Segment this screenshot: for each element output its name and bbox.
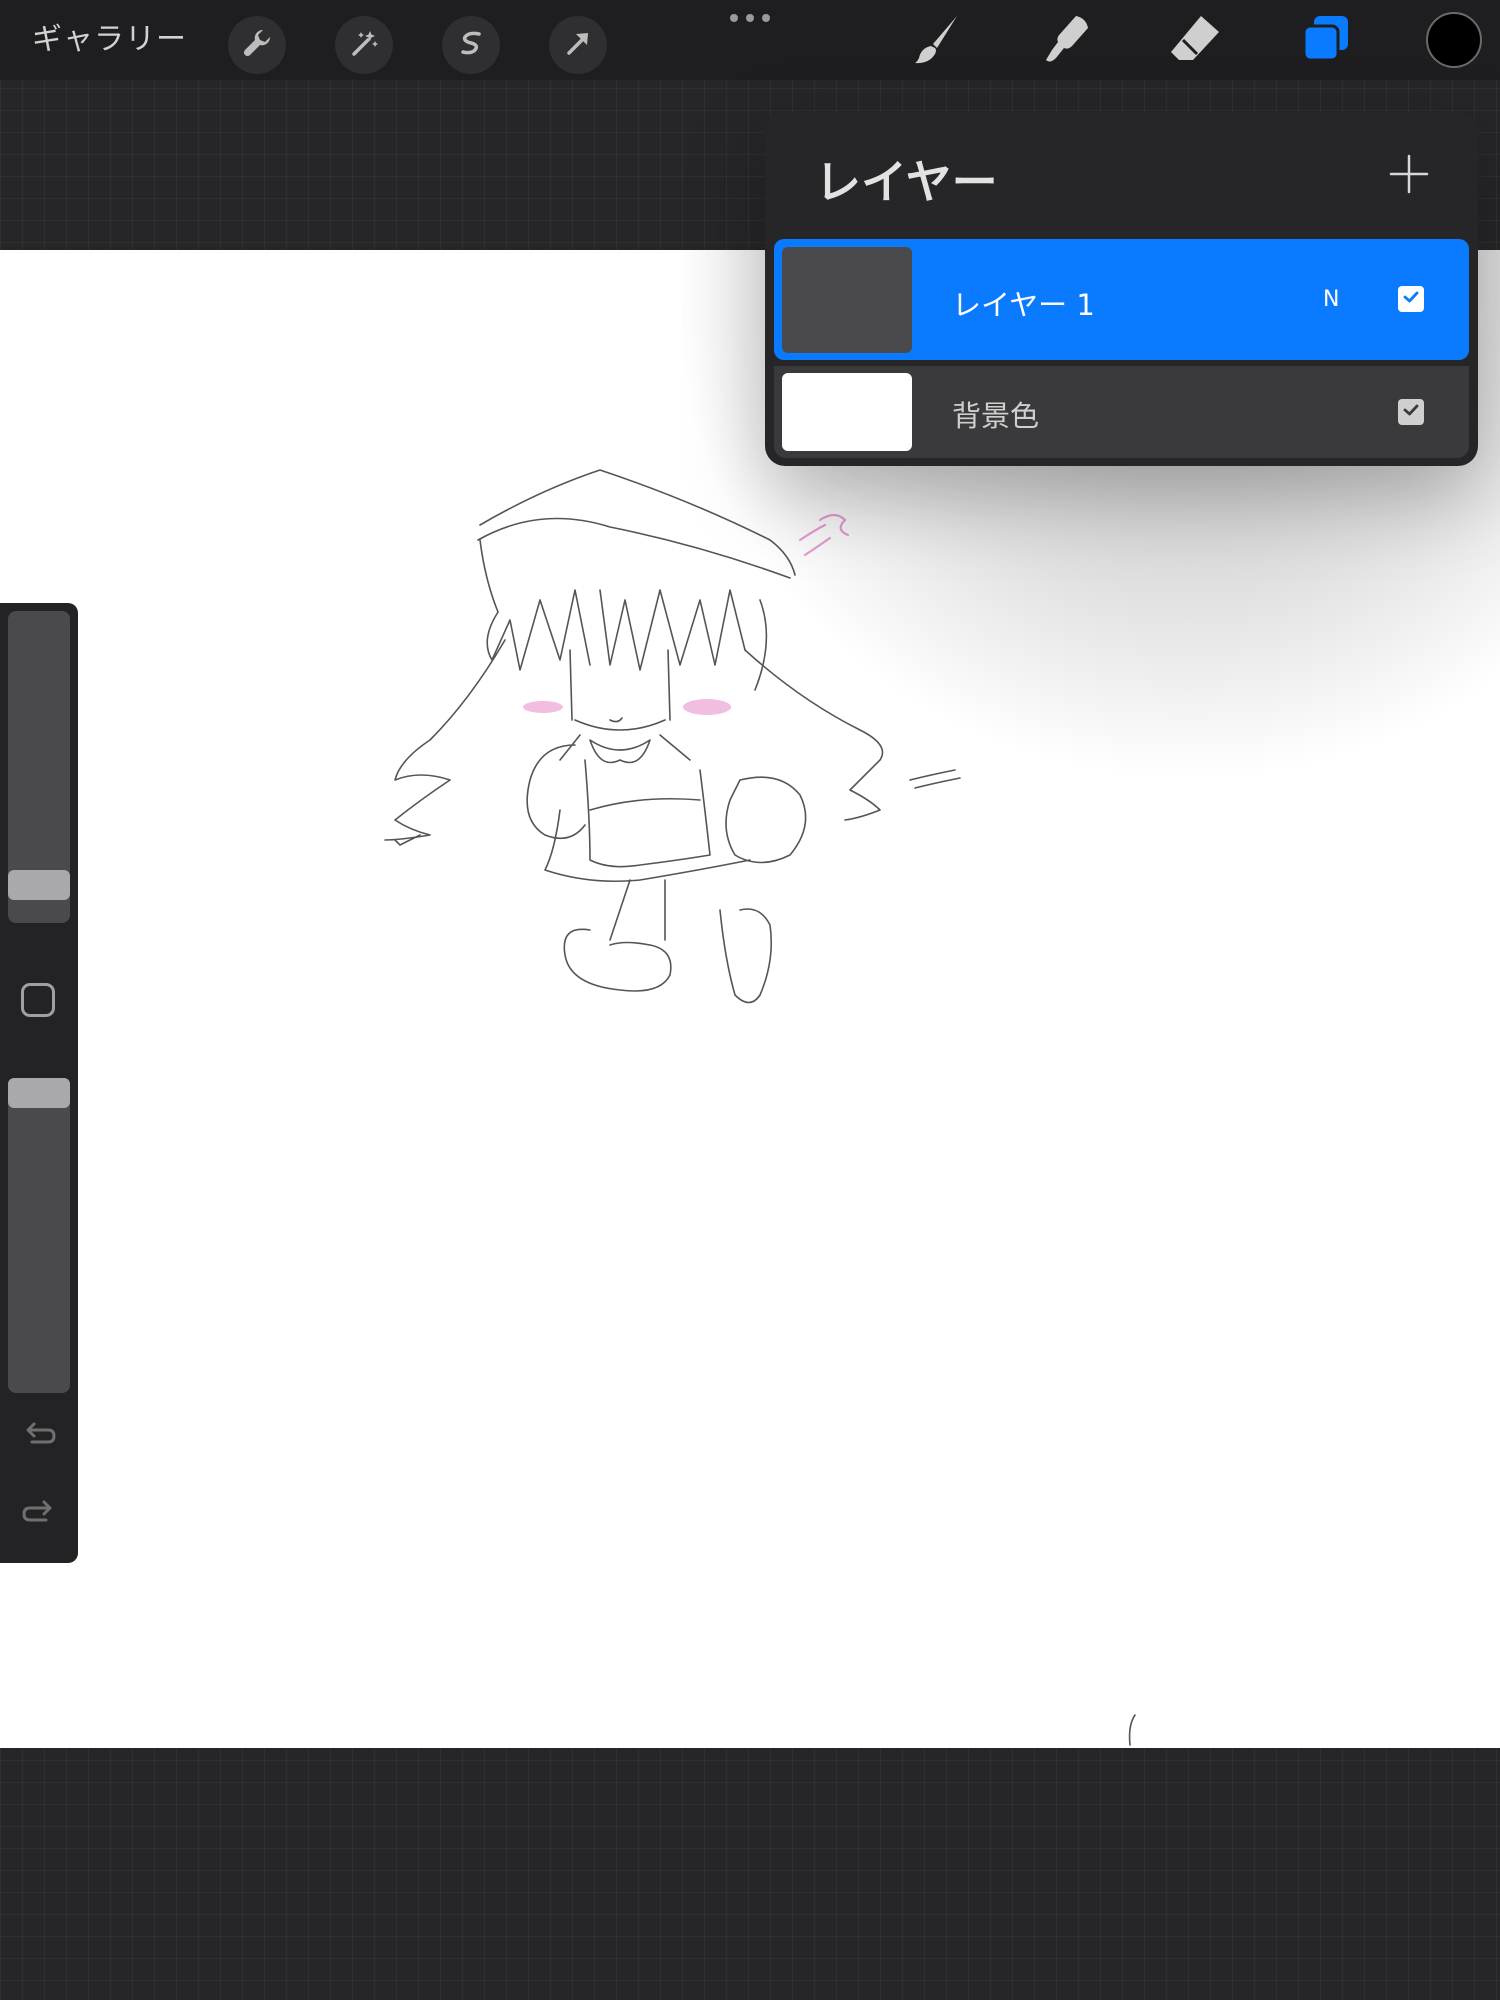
dot	[762, 14, 770, 22]
transform-arrow-icon	[562, 27, 594, 63]
blend-mode-button[interactable]: N	[1323, 287, 1339, 312]
layers-panel: レイヤー レイヤー 1 N 背景色	[765, 112, 1478, 466]
selection-button[interactable]	[442, 16, 500, 74]
brush-size-thumb[interactable]	[8, 870, 70, 900]
dot	[730, 14, 738, 22]
opacity-slider[interactable]	[8, 1078, 70, 1393]
wrench-icon	[241, 27, 273, 63]
more-options-button[interactable]	[730, 8, 770, 28]
layer-visibility-checkbox[interactable]	[1398, 399, 1424, 425]
checkmark-icon	[1402, 288, 1420, 310]
eraser-button[interactable]	[1165, 10, 1225, 70]
top-toolbar: ギャラリー	[0, 0, 1500, 80]
left-sidebar	[0, 603, 78, 1563]
checkmark-icon	[1402, 401, 1420, 423]
magic-wand-icon	[348, 27, 380, 63]
transform-button[interactable]	[549, 16, 607, 74]
selection-icon	[455, 27, 487, 63]
opacity-thumb[interactable]	[8, 1078, 70, 1108]
gallery-button[interactable]: ギャラリー	[32, 18, 187, 62]
actions-button[interactable]	[228, 16, 286, 74]
dot	[746, 14, 754, 22]
smudge-icon	[1038, 10, 1094, 70]
layer-row-background[interactable]: 背景色	[774, 366, 1469, 458]
undo-icon	[22, 1420, 56, 1452]
adjustments-button[interactable]	[335, 16, 393, 74]
redo-icon	[22, 1498, 56, 1530]
redo-button[interactable]	[18, 1496, 60, 1532]
color-picker-button[interactable]	[1426, 12, 1482, 68]
layer-row-layer-1[interactable]: レイヤー 1 N	[774, 239, 1469, 360]
smudge-button[interactable]	[1036, 10, 1096, 70]
brush-icon	[909, 10, 965, 70]
sketch-drawing	[384, 469, 1136, 1746]
layers-icon	[1298, 10, 1354, 70]
undo-button[interactable]	[18, 1418, 60, 1454]
add-layer-button[interactable]	[1387, 152, 1431, 196]
modify-button[interactable]	[21, 983, 55, 1017]
layer-thumbnail	[782, 247, 912, 353]
brush-button[interactable]	[907, 10, 967, 70]
layer-name: 背景色	[952, 399, 1040, 433]
layer-thumbnail	[782, 373, 912, 451]
drawing-canvas[interactable]	[0, 250, 1500, 1748]
layers-button[interactable]	[1296, 10, 1356, 70]
plus-icon	[1387, 154, 1431, 200]
layer-visibility-checkbox[interactable]	[1398, 286, 1424, 312]
layer-name: レイヤー 1	[952, 288, 1095, 322]
layers-panel-title: レイヤー	[815, 155, 998, 209]
eraser-icon	[1167, 10, 1223, 70]
